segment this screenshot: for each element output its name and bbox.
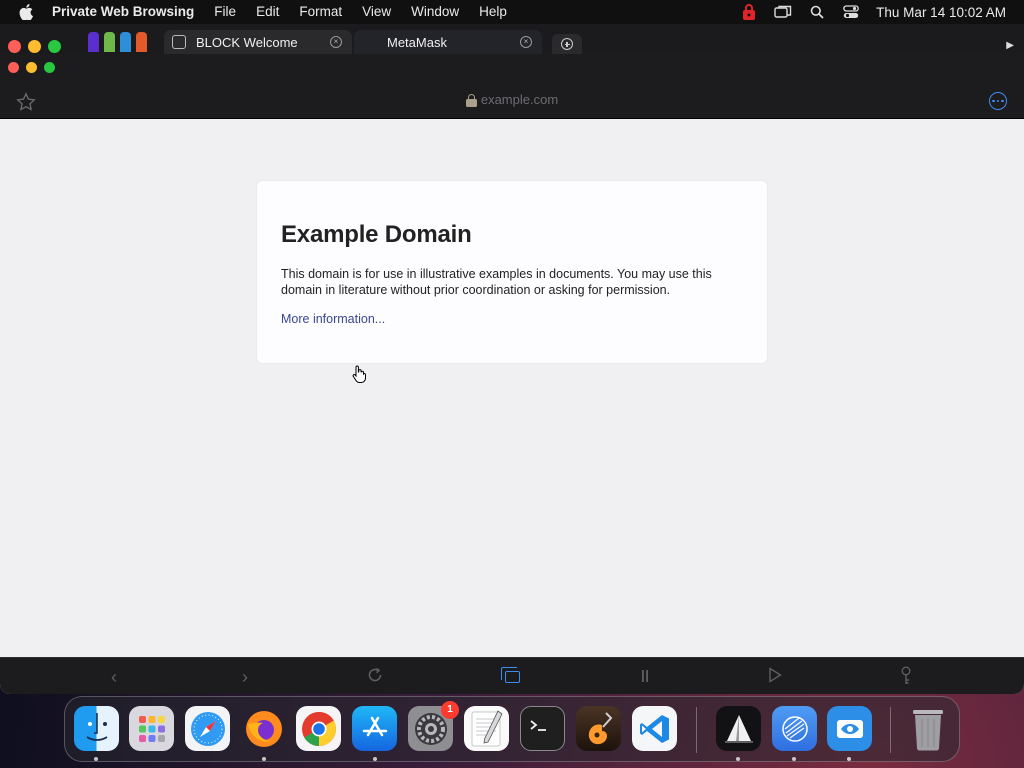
back-arrow-icon[interactable]: ‹	[103, 666, 125, 688]
corner-arrow-icon[interactable]: ▶	[1006, 40, 1014, 51]
example-domain-card: Example Domain This domain is for use in…	[257, 181, 767, 363]
app-store-running-dot	[373, 757, 377, 761]
reload-icon[interactable]	[364, 666, 386, 688]
more-options-icon[interactable]	[989, 92, 1007, 110]
tab-title: MetaMask	[387, 34, 447, 50]
spotlight-search-icon[interactable]	[800, 0, 834, 24]
play-icon[interactable]	[764, 666, 786, 688]
menu-bar: Private Web Browsing File Edit Format Vi…	[0, 0, 1024, 24]
tab-metamask[interactable]: MetaMask ×	[354, 30, 542, 54]
finder-running-dot	[94, 757, 98, 761]
menu-help[interactable]: Help	[469, 0, 517, 24]
outer-window-controls	[8, 40, 61, 53]
bookmark-orange[interactable]	[136, 32, 147, 52]
dock: 1	[64, 696, 960, 762]
waves-app-running-dot	[792, 757, 796, 761]
menu-format[interactable]: Format	[289, 0, 352, 24]
lock-icon	[465, 93, 477, 107]
page-content: Example Domain This domain is for use in…	[0, 119, 1024, 657]
bookmark-blue[interactable]	[120, 32, 131, 52]
preview-eye-running-dot	[847, 757, 851, 761]
waves-app-icon[interactable]	[772, 706, 817, 751]
more-information-link[interactable]: More information...	[281, 312, 385, 326]
app-store-icon[interactable]	[352, 706, 397, 751]
terminal-icon[interactable]	[520, 706, 565, 751]
page-paragraph: This domain is for use in illustrative e…	[281, 267, 712, 297]
pyramid-app-running-dot	[736, 757, 740, 761]
apple-menu-icon[interactable]	[0, 4, 52, 20]
preview-eye-icon[interactable]	[827, 706, 872, 751]
record-lock-icon[interactable]	[732, 0, 766, 24]
system-settings-icon[interactable]: 1	[408, 701, 459, 751]
firefox-running-dot	[262, 757, 266, 761]
window-controls	[8, 62, 55, 73]
plus-icon	[561, 38, 573, 50]
pyramid-app-icon[interactable]	[716, 706, 761, 751]
launchpad-icon[interactable]	[129, 706, 174, 751]
safari-icon[interactable]	[185, 706, 230, 751]
key-icon[interactable]	[895, 666, 917, 688]
tab-title: BLOCK Welcome	[196, 34, 298, 50]
zoom-button[interactable]	[44, 62, 55, 73]
tabs-overview-icon[interactable]	[500, 666, 522, 688]
bookmark-purple[interactable]	[88, 32, 99, 52]
browser-toolbar: example.com	[0, 54, 1024, 119]
tab-block-welcome[interactable]: BLOCK Welcome ×	[164, 30, 352, 54]
close-button[interactable]	[8, 62, 19, 73]
chrome-icon[interactable]	[296, 706, 341, 751]
fullscreen-window-button[interactable]	[48, 40, 61, 53]
textedit-icon[interactable]	[464, 706, 509, 751]
settings-notification-badge: 1	[441, 701, 459, 719]
minimize-window-button[interactable]	[28, 40, 41, 53]
page-icon	[172, 35, 186, 49]
menu-window[interactable]: Window	[401, 0, 469, 24]
finder-icon[interactable]	[74, 706, 119, 751]
address-url: example.com	[480, 92, 559, 107]
page-heading: Example Domain	[281, 221, 472, 248]
pause-icon[interactable]	[634, 666, 656, 688]
forward-arrow-icon[interactable]: ›	[234, 666, 256, 688]
app-name-menu[interactable]: Private Web Browsing	[52, 0, 204, 24]
dock-separator	[890, 707, 891, 753]
browser-window: example.com Example Domain This domain i…	[0, 54, 1024, 694]
menubar-clock[interactable]: Thu Mar 14 10:02 AM	[868, 5, 1024, 20]
close-window-button[interactable]	[8, 40, 21, 53]
color-bookmarks	[88, 32, 147, 52]
menu-edit[interactable]: Edit	[246, 0, 289, 24]
trash-icon[interactable]	[905, 706, 950, 751]
menu-file[interactable]: File	[204, 0, 246, 24]
bottom-toolbar: ‹ ›	[0, 657, 1024, 694]
bookmark-green[interactable]	[104, 32, 115, 52]
screen-mirroring-icon[interactable]	[766, 0, 800, 24]
vscode-icon[interactable]	[632, 706, 677, 751]
minimize-button[interactable]	[26, 62, 37, 73]
firefox-icon[interactable]	[241, 706, 286, 751]
garageband-icon[interactable]	[576, 706, 621, 751]
new-tab-button[interactable]	[552, 34, 582, 54]
outer-tab-strip: BLOCK Welcome × MetaMask × ▶	[0, 24, 1024, 54]
tab-close-icon[interactable]: ×	[520, 36, 532, 48]
tab-close-icon[interactable]: ×	[330, 36, 342, 48]
hand-cursor-icon	[352, 365, 366, 388]
address-bar[interactable]: example.com	[0, 92, 1024, 107]
dock-separator	[696, 707, 697, 753]
menu-view[interactable]: View	[352, 0, 401, 24]
control-center-icon[interactable]	[834, 0, 868, 24]
